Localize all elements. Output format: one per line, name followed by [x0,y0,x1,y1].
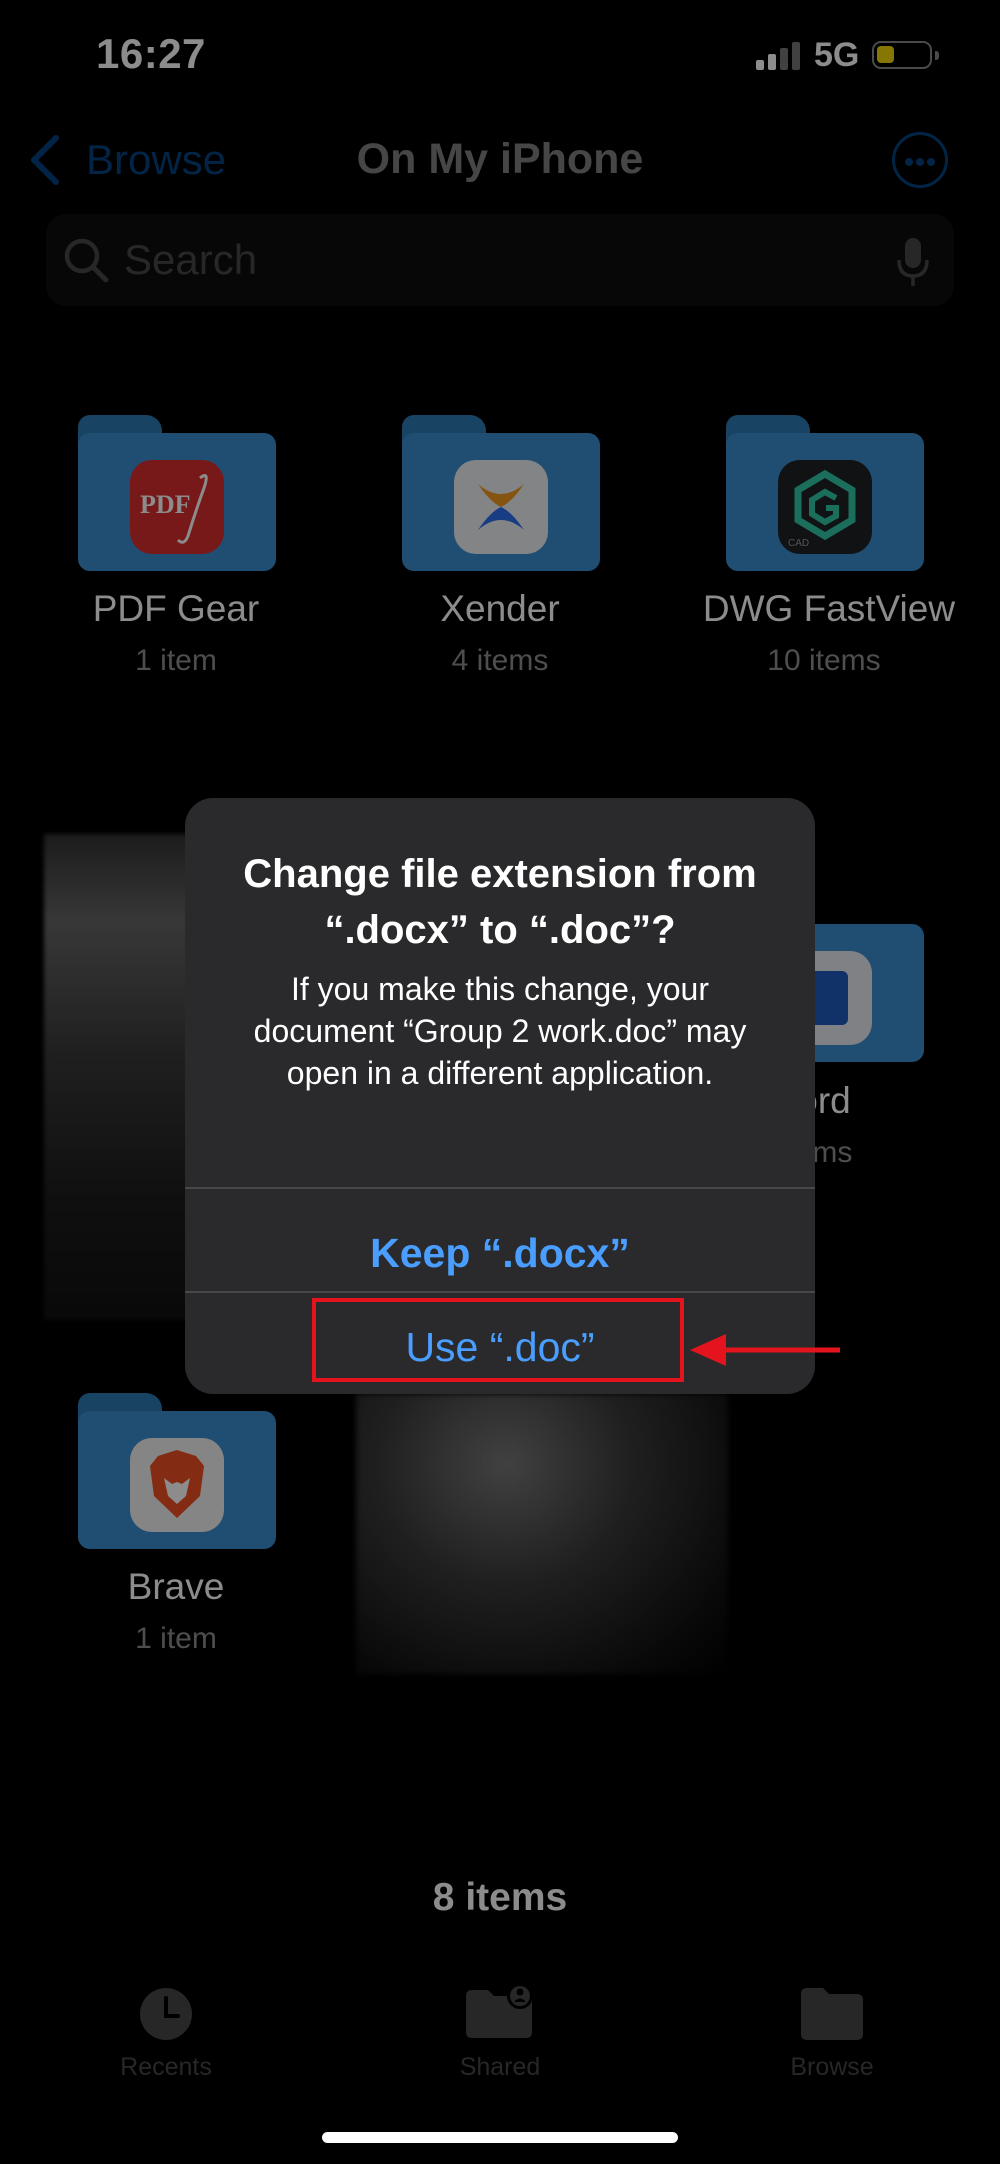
alert-message: If you make this change, your document “… [253,971,747,1091]
alert-title: Change file extension from “.docx” to “.… [243,852,757,952]
keep-docx-button[interactable]: Keep “.docx” [185,1215,815,1291]
alert-divider [185,1291,815,1293]
alert-divider [185,1187,815,1189]
red-arrow-icon [690,1334,840,1366]
highlight-box [312,1298,684,1382]
home-indicator[interactable] [322,2132,678,2143]
